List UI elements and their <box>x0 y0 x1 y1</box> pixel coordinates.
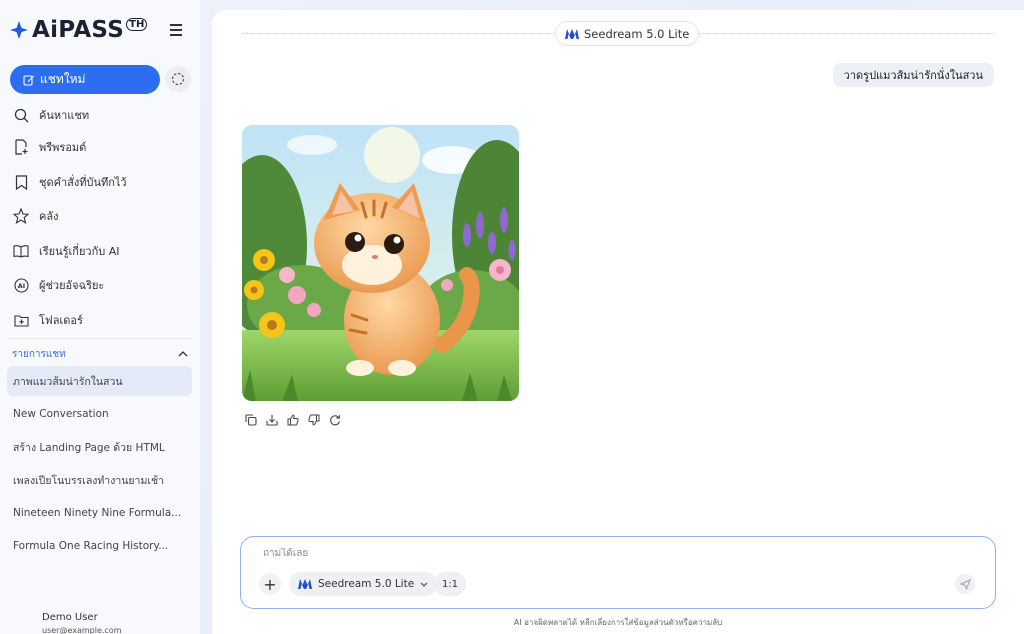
brand-mark: TH <box>126 17 148 31</box>
chat-list-item[interactable]: ภาพแมวส้มน่ารักในสวน <box>7 366 192 396</box>
user-name[interactable]: Demo User <box>42 612 98 623</box>
new-chat-label: แชทใหม่ <box>40 72 86 86</box>
send-button[interactable] <box>955 574 975 594</box>
sidebar-item-library[interactable]: คลัง <box>12 204 58 228</box>
sidebar-item-learn-ai[interactable]: เรียนรู้เกี่ยวกับ AI <box>12 239 120 263</box>
chat-list-item[interactable]: เพลงเปียโนบรรเลงทำงานยามเช้า <box>7 465 192 495</box>
send-icon <box>959 578 971 590</box>
sidebar-divider <box>8 338 192 339</box>
chevron-down-icon <box>420 582 428 587</box>
chevron-up-icon[interactable] <box>178 351 188 357</box>
generated-cat-image[interactable] <box>242 125 519 401</box>
new-chat-button[interactable]: แชทใหม่ <box>10 65 160 94</box>
model-badge: Seedream 5.0 Lite <box>555 21 700 46</box>
regenerate-icon[interactable] <box>328 413 342 427</box>
star-icon <box>12 207 30 225</box>
bookmark-icon <box>12 173 30 191</box>
brand-name: AiPASS <box>32 17 125 43</box>
svg-text:AI: AI <box>17 282 24 290</box>
copy-icon[interactable] <box>244 413 258 427</box>
seedream-logo-icon <box>565 28 579 39</box>
user-email: user@example.com <box>42 626 122 634</box>
sidebar-item-label: โฟลเดอร์ <box>39 314 83 327</box>
sidebar-item-label: พรีพรอมต์ <box>39 141 87 154</box>
download-icon[interactable] <box>265 413 279 427</box>
sidebar-item-label: คลัง <box>39 210 59 223</box>
sidebar-item-assistant[interactable]: AI ผู้ช่วยอัจฉริยะ <box>12 273 104 297</box>
plus-icon: + <box>263 574 277 594</box>
document-plus-icon <box>12 138 30 156</box>
chat-list-title: รายการแชท <box>12 348 66 360</box>
model-select-label: Seedream 5.0 Lite <box>318 578 415 590</box>
book-icon <box>12 242 30 260</box>
add-attachment-button[interactable]: + <box>259 573 281 595</box>
sidebar-item-label: ชุดคำสั่งที่บันทึกไว้ <box>39 176 127 189</box>
edit-icon <box>23 74 35 86</box>
chat-list-item[interactable]: Formula One Racing History... <box>7 531 192 561</box>
chat-list-item[interactable]: สร้าง Landing Page ด้วย HTML <box>7 432 192 462</box>
sidebar-item-preprompt[interactable]: พรีพรอมต์ <box>12 135 86 159</box>
search-icon <box>12 106 30 124</box>
sidebar-item-saved-prompts[interactable]: ชุดคำสั่งที่บันทึกไว้ <box>12 170 127 194</box>
thumbs-up-icon[interactable] <box>286 413 300 427</box>
chat-list-item[interactable]: New Conversation <box>7 399 192 429</box>
user-message-bubble: วาดรูปแมวส้มน่ารักนั่งในสวน <box>832 63 994 87</box>
dashed-circle-icon <box>171 72 185 86</box>
sidebar-item-label: ค้นหาแชท <box>39 109 90 122</box>
chat-list-header[interactable]: รายการแชท <box>12 345 188 363</box>
model-name: Seedream 5.0 Lite <box>584 26 690 41</box>
ai-badge-icon: AI <box>12 276 30 294</box>
model-select-dropdown[interactable]: Seedream 5.0 Lite <box>289 572 438 596</box>
message-actions <box>244 413 342 427</box>
chat-list-item[interactable]: Nineteen Ninety Nine Formula... <box>7 498 192 528</box>
thumbs-down-icon[interactable] <box>307 413 321 427</box>
folder-icon <box>12 311 30 329</box>
sidebar-item-label: ผู้ช่วยอัจฉริยะ <box>39 279 105 292</box>
seedream-logo-icon <box>298 579 312 589</box>
brand-logo[interactable]: AiPASS TH <box>10 17 148 43</box>
chat-panel: Seedream 5.0 Lite วาดรูปแมวส้มน่ารักนั่ง… <box>212 10 1024 634</box>
aipass-logo-icon <box>10 21 28 39</box>
sidebar: AiPASS TH แชทใหม่ ค้นหาแชท พรีพรอมต์ ชุด… <box>0 0 200 634</box>
aspect-ratio-button[interactable]: 1:1 <box>434 572 466 596</box>
sidebar-item-search[interactable]: ค้นหาแชท <box>12 103 89 127</box>
chat-composer: + Seedream 5.0 Lite 1:1 <box>240 536 996 609</box>
sidebar-item-label: เรียนรู้เกี่ยวกับ AI <box>39 245 120 258</box>
sidebar-item-folders[interactable]: โฟลเดอร์ <box>12 308 83 332</box>
loading-circle-button[interactable] <box>165 66 191 92</box>
menu-toggle-icon[interactable] <box>170 24 182 36</box>
ai-disclaimer: AI อาจผิดพลาดได้ หลีกเลี่ยงการใส่ข้อมูลส… <box>513 618 723 627</box>
message-input[interactable] <box>263 548 863 559</box>
